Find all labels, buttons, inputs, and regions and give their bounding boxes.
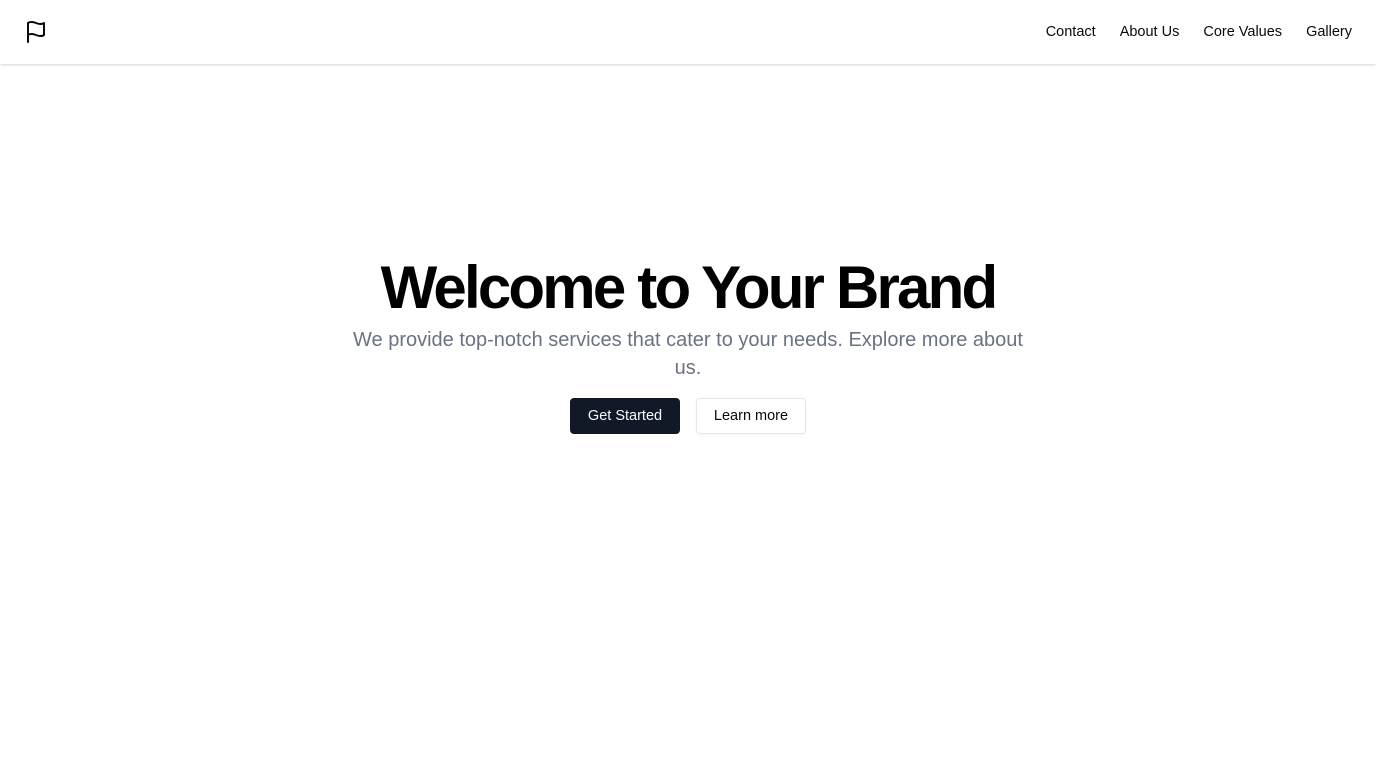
nav-link-gallery[interactable]: Gallery — [1306, 24, 1352, 40]
nav-link-contact[interactable]: Contact — [1046, 24, 1096, 40]
nav-link-about-us[interactable]: About Us — [1120, 24, 1180, 40]
hero-section: Welcome to Your Brand We provide top-not… — [0, 64, 1376, 768]
hero-subtitle: We provide top-notch services that cater… — [353, 329, 1023, 379]
site-header: Contact About Us Core Values Gallery — [0, 0, 1376, 64]
main-nav: Contact About Us Core Values Gallery — [1046, 24, 1352, 40]
logo-link[interactable] — [24, 20, 48, 44]
hero-actions: Get Started Learn more — [570, 398, 806, 434]
learn-more-button[interactable]: Learn more — [696, 398, 806, 434]
hero-title: Welcome to Your Brand — [380, 254, 998, 321]
get-started-button[interactable]: Get Started — [570, 398, 680, 434]
flag-icon — [27, 21, 45, 43]
nav-link-core-values[interactable]: Core Values — [1203, 24, 1282, 40]
